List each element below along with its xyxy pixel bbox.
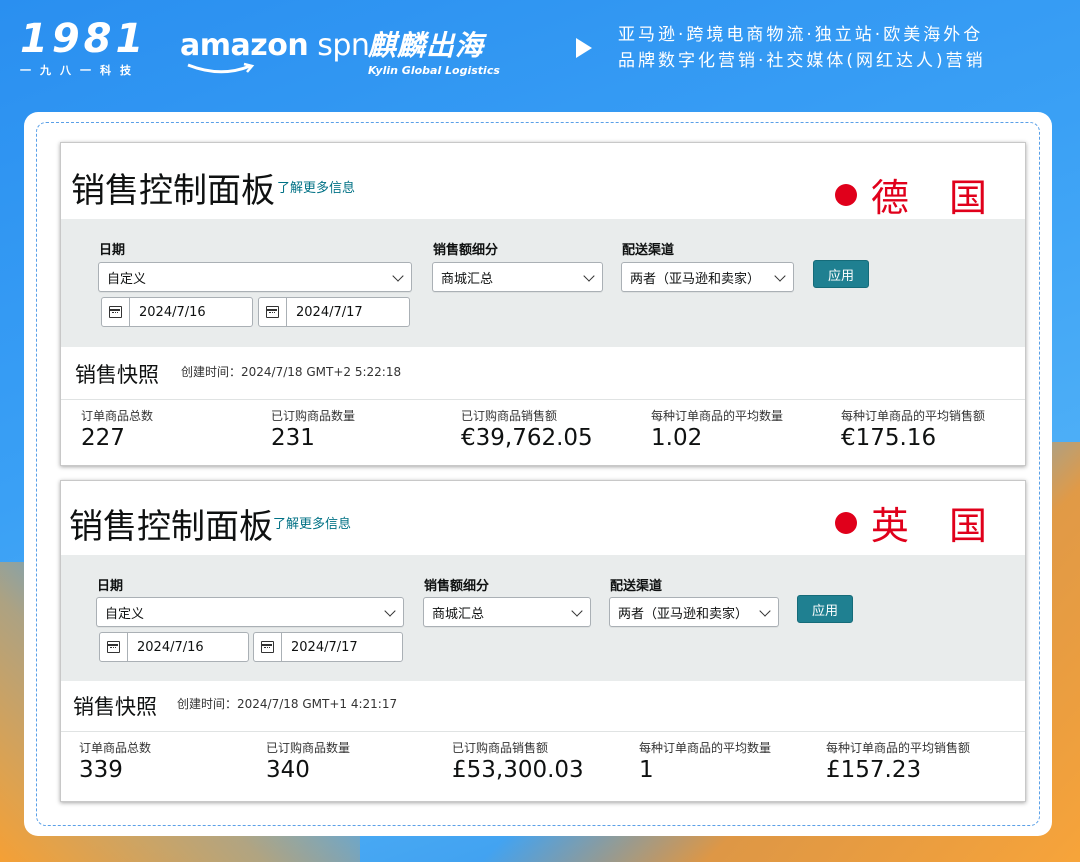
date-range-select[interactable]: 自定义 — [96, 597, 404, 627]
metric-value: 227 — [81, 425, 125, 451]
sales-snapshot-title: 销售快照 — [75, 363, 159, 387]
learn-more-link[interactable]: 了解更多信息 — [277, 177, 355, 196]
channel-value: 两者（亚马逊和卖家） — [618, 606, 749, 622]
kylin-logo-cn: 麒麟出海 — [368, 29, 485, 62]
snapshot-created-time: 创建时间：2024/7/18 GMT+2 5:22:18 — [181, 365, 402, 379]
metric-label: 订单商品总数 — [81, 409, 154, 423]
channel-label: 配送渠道 — [610, 579, 663, 594]
country-name: 英 国 — [870, 504, 1001, 548]
logo-subtitle: 一九八一科技 — [20, 64, 140, 77]
filter-bar: 日期 自定义 2024/7/16 2024/7/17 销售额细分 商城汇总 配送… — [61, 555, 1025, 681]
red-dot-icon — [834, 183, 857, 206]
metric-value: 339 — [79, 757, 123, 783]
channel-value: 两者（亚马逊和卖家） — [630, 271, 761, 287]
date-range-select[interactable]: 自定义 — [98, 262, 412, 292]
metric-value: 340 — [266, 757, 310, 783]
breakdown-select[interactable]: 商城汇总 — [432, 262, 603, 292]
metric-label: 已订购商品销售额 — [452, 741, 549, 755]
country-label: 德 国 — [834, 167, 1001, 222]
kylin-logo-en: Kylin Global Logistics — [368, 64, 500, 77]
tagline-line-1: 亚马逊·跨境电商物流·独立站·欧美海外仓 — [618, 25, 984, 45]
metric-label: 每种订单商品的平均数量 — [639, 741, 772, 755]
kylin-logo: 麒麟出海 Kylin Global Logistics — [368, 24, 500, 77]
channel-select[interactable]: 两者（亚马逊和卖家） — [621, 262, 794, 292]
end-date-value: 2024/7/17 — [291, 639, 358, 655]
metric-value: €39,762.05 — [461, 425, 593, 451]
breakdown-label: 销售额细分 — [424, 579, 490, 594]
page-title: 销售控制面板 — [69, 507, 273, 547]
snapshot-created-time: 创建时间：2024/7/18 GMT+1 4:21:17 — [177, 697, 398, 711]
logo-1981: 1981 一九八一科技 — [20, 18, 160, 78]
amazon-smile-icon — [187, 62, 255, 74]
calendar-icon[interactable] — [100, 633, 128, 661]
date-label: 日期 — [99, 243, 126, 258]
end-date-input[interactable]: 2024/7/17 — [258, 297, 410, 327]
breakdown-value: 商城汇总 — [432, 606, 485, 622]
metric-label: 已订购商品数量 — [271, 409, 356, 423]
chevron-down-icon — [774, 270, 786, 282]
amazon-logo-text: amazon — [180, 28, 309, 63]
spn-logo-text: spn — [308, 28, 370, 63]
start-date-value: 2024/7/16 — [139, 304, 206, 320]
channel-label: 配送渠道 — [622, 243, 675, 258]
country-name: 德 国 — [870, 176, 1001, 220]
metric-label: 已订购商品数量 — [266, 741, 351, 755]
apply-button[interactable]: 应用 — [813, 260, 869, 288]
metric-label: 每种订单商品的平均销售额 — [841, 409, 986, 423]
metric-value: 1.02 — [651, 425, 703, 451]
breakdown-value: 商城汇总 — [441, 271, 494, 287]
metric-label: 每种订单商品的平均销售额 — [826, 741, 971, 755]
promo-header: 1981 一九八一科技 amazon spn 麒麟出海 Kylin Global… — [0, 0, 1080, 100]
country-label: 英 国 — [834, 495, 1001, 550]
divider — [61, 399, 1025, 400]
breakdown-label: 销售额细分 — [433, 243, 499, 258]
logo-number: 1981 — [20, 16, 148, 62]
metric-value: £53,300.03 — [452, 757, 584, 783]
chevron-down-icon — [571, 605, 583, 617]
filter-bar: 日期 自定义 2024/7/16 2024/7/17 销售额细分 商城汇总 配送… — [61, 219, 1025, 347]
amazon-spn-logo: amazon spn — [180, 28, 370, 63]
tagline: 亚马逊·跨境电商物流·独立站·欧美海外仓 品牌数字化营销·社交媒体(网红达人)营… — [618, 22, 986, 74]
metric-label: 已订购商品销售额 — [461, 409, 558, 423]
content-card: 销售控制面板 了解更多信息 德 国 日期 自定义 2024/7/16 2024/… — [24, 112, 1052, 836]
red-dot-icon — [834, 511, 857, 534]
breakdown-select[interactable]: 商城汇总 — [423, 597, 591, 627]
channel-select[interactable]: 两者（亚马逊和卖家） — [609, 597, 779, 627]
chevron-down-icon — [759, 605, 771, 617]
end-date-value: 2024/7/17 — [296, 304, 363, 320]
calendar-icon[interactable] — [254, 633, 282, 661]
chevron-down-icon — [392, 270, 404, 282]
divider — [61, 731, 1025, 732]
page-title: 销售控制面板 — [71, 171, 275, 211]
sales-dashboard-uk: 销售控制面板 了解更多信息 英 国 日期 自定义 2024/7/16 2024/… — [60, 480, 1026, 802]
chevron-down-icon — [384, 605, 396, 617]
learn-more-link[interactable]: 了解更多信息 — [273, 513, 351, 532]
play-icon — [576, 38, 592, 58]
metric-value: 1 — [639, 757, 654, 783]
sales-snapshot-title: 销售快照 — [73, 695, 157, 719]
date-range-value: 自定义 — [105, 606, 145, 622]
metric-label: 每种订单商品的平均数量 — [651, 409, 784, 423]
end-date-input[interactable]: 2024/7/17 — [253, 632, 403, 662]
start-date-input[interactable]: 2024/7/16 — [99, 632, 249, 662]
apply-button[interactable]: 应用 — [797, 595, 853, 623]
metric-value: 231 — [271, 425, 315, 451]
calendar-icon[interactable] — [102, 298, 130, 326]
sales-dashboard-germany: 销售控制面板 了解更多信息 德 国 日期 自定义 2024/7/16 2024/… — [60, 142, 1026, 466]
metric-value: €175.16 — [841, 425, 937, 451]
start-date-value: 2024/7/16 — [137, 639, 204, 655]
metric-label: 订单商品总数 — [79, 741, 152, 755]
metric-value: £157.23 — [826, 757, 922, 783]
tagline-line-2: 品牌数字化营销·社交媒体(网红达人)营销 — [618, 51, 986, 71]
chevron-down-icon — [583, 270, 595, 282]
calendar-icon[interactable] — [259, 298, 287, 326]
date-label: 日期 — [97, 579, 124, 594]
start-date-input[interactable]: 2024/7/16 — [101, 297, 253, 327]
date-range-value: 自定义 — [107, 271, 147, 287]
